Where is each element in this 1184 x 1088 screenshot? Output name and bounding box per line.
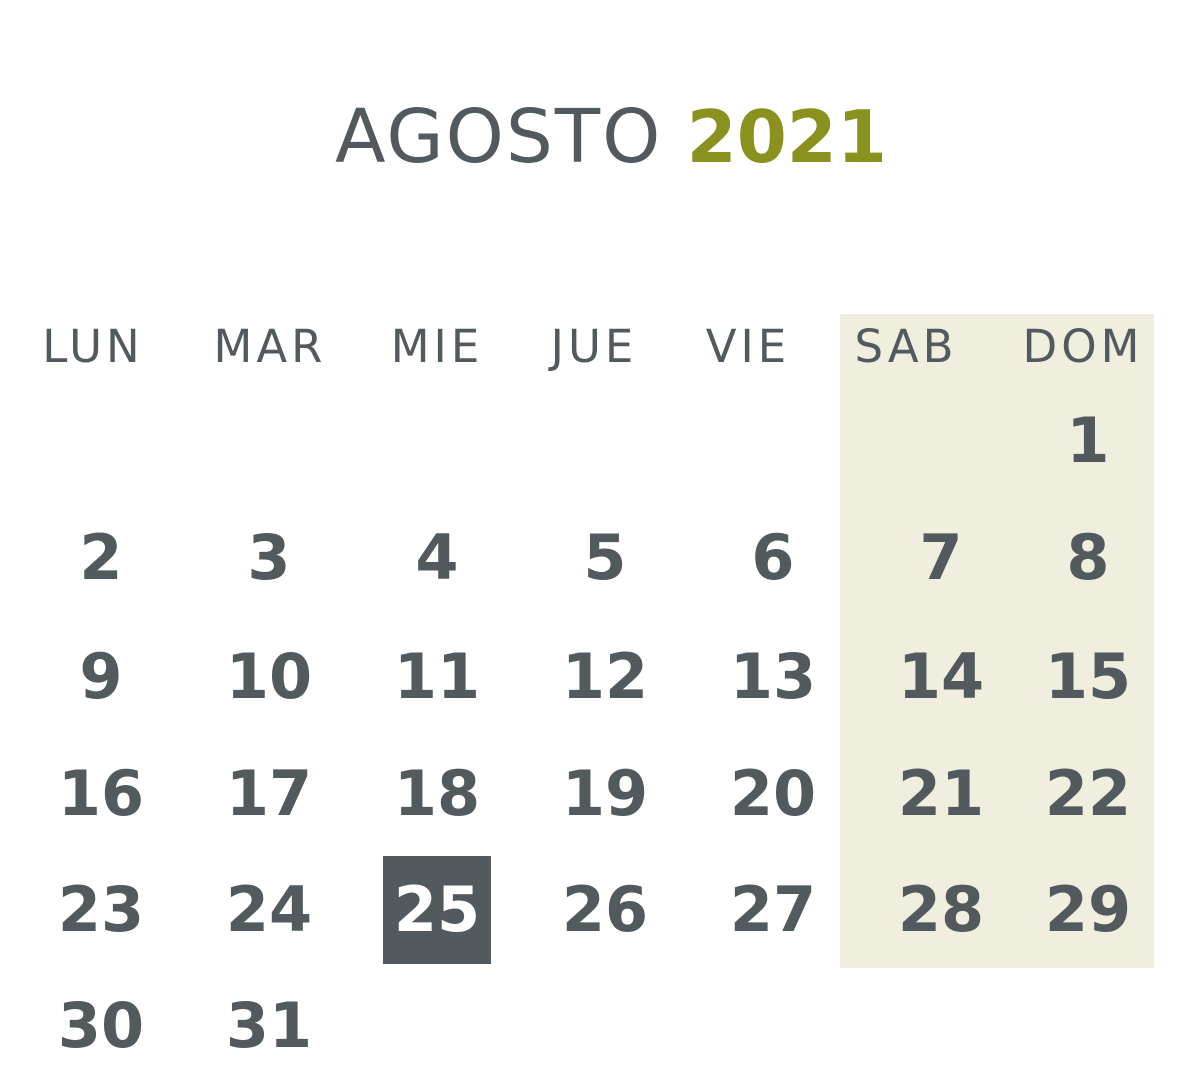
day-cell: 5 <box>583 521 627 594</box>
weekday-header-jue: JUE <box>550 320 638 373</box>
day-cell: 3 <box>247 521 291 594</box>
day-cell: 6 <box>751 521 795 594</box>
day-cell: 22 <box>1044 757 1132 830</box>
day-cell: 29 <box>1044 873 1132 946</box>
day-cell: 2 <box>79 521 123 594</box>
day-cell: 18 <box>393 757 481 830</box>
weekday-header-mar: MAR <box>213 320 327 373</box>
weekday-header-lun: LUN <box>42 320 144 373</box>
month-name: AGOSTO <box>335 94 663 180</box>
weekday-header-dom: DOM <box>1022 320 1144 373</box>
day-cell: 9 <box>79 640 123 713</box>
day-cell: 27 <box>729 873 817 946</box>
day-cell: 11 <box>393 640 481 713</box>
day-cell: 10 <box>225 640 313 713</box>
day-cell: 13 <box>729 640 817 713</box>
day-cell: 1 <box>1066 404 1110 477</box>
weekday-header-vie: VIE <box>705 320 791 373</box>
day-cell: 7 <box>919 521 963 594</box>
day-cell: 14 <box>897 640 985 713</box>
day-cell: 28 <box>897 873 985 946</box>
day-cell: 31 <box>225 989 313 1062</box>
day-cell: 8 <box>1066 521 1110 594</box>
weekday-header-sab: SAB <box>854 320 958 373</box>
day-cell: 19 <box>561 757 649 830</box>
day-cell: 23 <box>57 873 145 946</box>
day-cell: 12 <box>561 640 649 713</box>
day-cell: 24 <box>225 873 313 946</box>
calendar-title: AGOSTO 2021 <box>0 92 1184 183</box>
day-cell: 15 <box>1044 640 1132 713</box>
day-cell: 17 <box>225 757 313 830</box>
year: 2021 <box>686 95 887 179</box>
day-cell: 20 <box>729 757 817 830</box>
day-cell: 26 <box>561 873 649 946</box>
day-cell: 16 <box>57 757 145 830</box>
weekday-header-mie: MIE <box>390 320 484 373</box>
day-cell-today: 25 <box>383 856 491 964</box>
day-cell: 21 <box>897 757 985 830</box>
day-cell: 4 <box>415 521 459 594</box>
day-cell: 30 <box>57 989 145 1062</box>
